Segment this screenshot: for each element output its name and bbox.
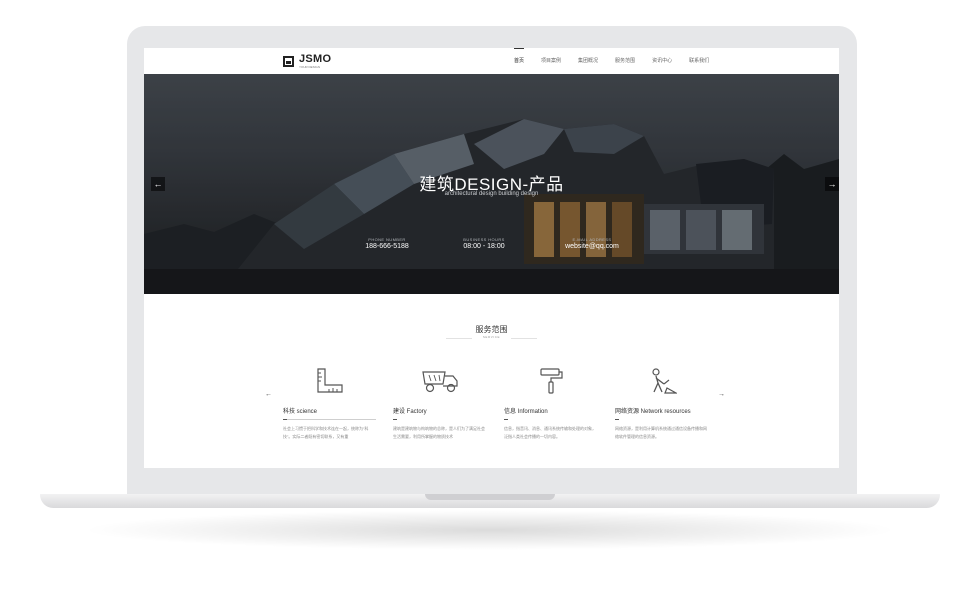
service-underline <box>393 419 397 420</box>
hero-banner: ← → 建筑DESIGN-产品 architectural design bui… <box>144 74 839 294</box>
services-prev-button[interactable]: ← <box>265 391 272 398</box>
nav-item-about[interactable]: 集团概况 <box>578 48 598 74</box>
services-next-button[interactable]: → <box>718 391 725 398</box>
nav-item-projects[interactable]: 项目案例 <box>541 48 561 74</box>
hours-value: 08:00 - 18:00 <box>463 243 505 250</box>
logo-tagline: YOUR DESIGN <box>299 65 321 69</box>
phone-label: PHONE NUMBER <box>368 237 406 242</box>
site-logo[interactable]: JSMO YOUR DESIGN <box>283 54 331 69</box>
hero-info-hours: BUSINESS HOURS 08:00 - 18:00 <box>439 237 529 250</box>
logo-title: JSMO <box>299 53 332 65</box>
laptop-shadow <box>80 510 900 550</box>
nav-item-contact[interactable]: 联系我们 <box>689 48 709 74</box>
hero-info-email: E-MAIL ADDRESS website@qq.com <box>547 237 637 250</box>
services-title: 服务范围 <box>475 325 508 334</box>
phone-value: 188-666-5188 <box>365 243 409 250</box>
service-description: 网络资源，是利用计算机系统通过通信设备传播和网络软件管理的信息资源。 <box>615 426 707 439</box>
service-description: 社会上习惯于把科学和技术连在一起，统称为“科技”。实际二者既有密切联系，又有重 <box>283 426 369 439</box>
logo-icon <box>283 56 294 67</box>
site-header: JSMO YOUR DESIGN 首页 项目案例 集团概况 服务范围 资讯中心 … <box>144 48 839 74</box>
hero-subtitle: architectural design building design <box>444 191 539 197</box>
service-underline <box>504 419 508 420</box>
service-name: 科技 science <box>283 409 318 415</box>
laptop-notch <box>425 494 555 500</box>
service-description: 信息，指音讯、消息、通讯系统传输和处理的对象，泛指人类社会传播的一切内容。 <box>504 426 596 439</box>
paint-roller-icon <box>540 368 563 394</box>
service-underline <box>283 419 376 420</box>
hours-label: BUSINESS HOURS <box>463 237 505 242</box>
nav-item-services[interactable]: 服务范围 <box>615 48 635 74</box>
truck-icon <box>422 371 458 393</box>
service-name: 网络资源 Network resources <box>615 409 691 415</box>
service-description: 建筑是建筑物与构筑物的总称，是人们为了满足社会生活需要，利用所掌握的物质技术 <box>393 426 485 439</box>
service-name: 建设 Factory <box>393 409 427 415</box>
services-divider-right <box>511 338 537 339</box>
website-screen: JSMO YOUR DESIGN 首页 项目案例 集团概况 服务范围 资讯中心 … <box>144 48 839 468</box>
nav-item-home[interactable]: 首页 <box>514 48 525 74</box>
email-value[interactable]: website@qq.com <box>547 243 637 250</box>
nav-item-news[interactable]: 资讯中心 <box>652 48 672 74</box>
ruler-icon <box>317 368 343 393</box>
worker-icon <box>652 368 677 394</box>
services-subtitle: SERVICE <box>482 335 501 339</box>
main-nav: 首页 项目案例 集团概况 服务范围 资讯中心 联系我们 <box>514 48 726 74</box>
service-name: 信息 Information <box>504 409 548 415</box>
service-underline <box>615 419 619 420</box>
hero-info-phone: PHONE NUMBER 188-666-5188 <box>342 237 432 250</box>
email-label: E-MAIL ADDRESS <box>572 237 612 242</box>
